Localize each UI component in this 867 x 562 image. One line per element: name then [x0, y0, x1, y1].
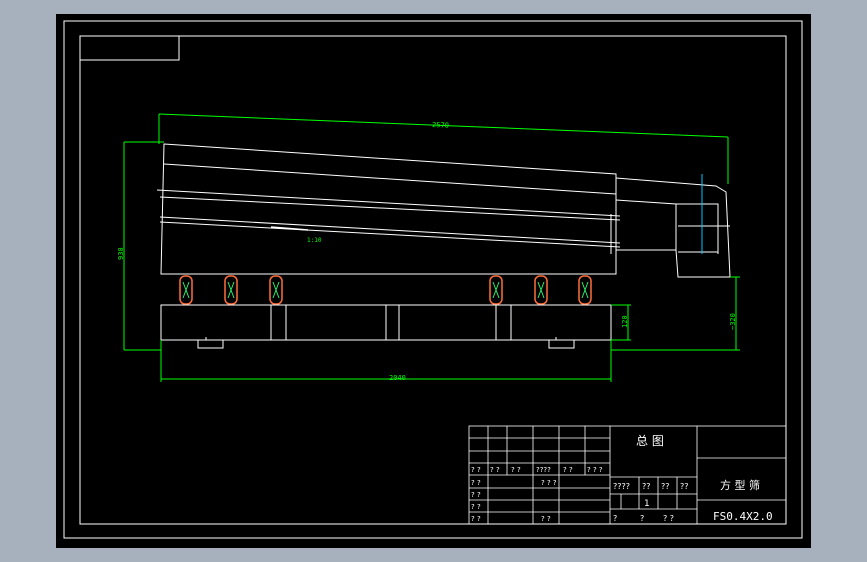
rev-cell-2: ? ? [490, 466, 500, 474]
row-left-3: ? ? [471, 503, 481, 511]
title-scale-header: ???? [613, 482, 630, 491]
rev-cell-6: ? ? ? [587, 466, 603, 474]
base-frame [160, 304, 612, 349]
spring-right-2 [534, 275, 548, 305]
title-bottom-q1: ? [613, 514, 617, 523]
cad-viewport[interactable]: 2570 930 2040 120 ~320 1:10 总 图 方 型 筛 FS… [56, 14, 811, 548]
title-sheet-header: ?? [680, 482, 689, 491]
spring-left-3 [269, 275, 283, 305]
reference-box [79, 35, 180, 61]
title-drawing-name: 总 图 [636, 434, 664, 448]
dimension-lines [123, 113, 740, 382]
spring-left-2 [224, 275, 238, 305]
rev-cell-4: ???? [536, 466, 551, 474]
dim-top-length: 2570 [432, 121, 449, 130]
row-mid: ? ? ? [541, 479, 557, 487]
dim-base-length: 2040 [389, 374, 406, 382]
rev-cell-3: ? ? [511, 466, 521, 474]
cad-drawing: 2570 930 2040 120 ~320 1:10 总 图 方 型 筛 FS… [63, 20, 803, 539]
row-left-4: ? ? [471, 515, 481, 523]
dim-slope: 1:10 [307, 237, 322, 244]
dim-total-height: 930 [117, 247, 125, 260]
dim-right-height: ~320 [729, 313, 737, 330]
row-bottom: ? ? [541, 515, 551, 523]
row-left-2: ? ? [471, 491, 481, 499]
title-weight-header: ?? [642, 482, 651, 491]
title-bottom-q3: ? ? [663, 514, 674, 523]
inner-sheet-frame [79, 35, 787, 525]
spring-left-1 [179, 275, 193, 305]
rev-cell-5: ? ? [563, 466, 573, 474]
title-sheet-count: 1 [644, 499, 650, 509]
title-product-name: 方 型 筛 [720, 478, 760, 492]
outer-sheet-frame [63, 20, 803, 539]
row-left-1: ? ? [471, 479, 481, 487]
title-bottom-q2: ? [640, 514, 644, 523]
spring-right-1 [489, 275, 503, 305]
title-qty-header: ?? [661, 482, 670, 491]
spring-right-3 [578, 275, 592, 305]
screen-body [156, 143, 731, 278]
rev-cell-1: ? ? [471, 466, 481, 474]
dim-base-height: 120 [621, 315, 629, 328]
title-drawing-number: FS0.4X2.0 [713, 510, 773, 523]
